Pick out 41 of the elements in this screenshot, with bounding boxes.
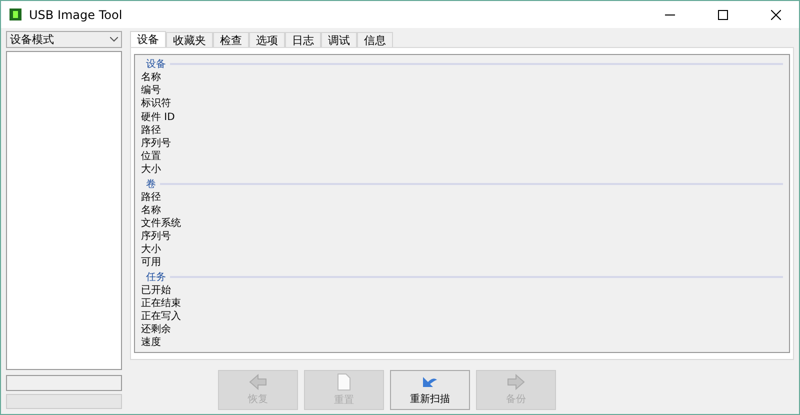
field-label: 路径	[141, 190, 162, 204]
mode-dropdown[interactable]: 设备模式	[6, 31, 122, 48]
input-field[interactable]	[6, 375, 122, 391]
field-label: 还剩余	[141, 323, 172, 336]
right-arrow-icon	[507, 374, 525, 390]
field-label: 序列号	[141, 230, 172, 244]
document-icon	[337, 372, 351, 391]
field-label: 正在写入	[141, 310, 182, 324]
chevron-down-icon	[110, 37, 118, 42]
tab[interactable]: 日志	[285, 32, 321, 47]
field-label: 位置	[141, 150, 162, 164]
app-icon	[9, 8, 22, 21]
field-label: 标识符	[141, 97, 172, 111]
field-label: 编号	[141, 84, 162, 98]
close-icon	[771, 10, 781, 20]
field-label: 文件系统	[141, 216, 182, 230]
field-label: 名称	[141, 71, 162, 84]
maximize-icon	[718, 10, 728, 20]
tab[interactable]: 选项	[249, 32, 285, 47]
field-label: 序列号	[141, 136, 172, 150]
device-list[interactable]	[6, 51, 122, 370]
left-arrow-icon	[249, 374, 267, 390]
field-label: 名称	[141, 204, 162, 217]
tab[interactable]: 调试	[321, 32, 357, 47]
section-title: 设备	[146, 58, 166, 71]
window-title: USB Image Tool	[29, 8, 124, 22]
tab[interactable]: 信息	[357, 32, 393, 47]
field-label: 大小	[141, 163, 162, 176]
tab[interactable]: 检查	[213, 32, 249, 47]
field-label: 路径	[141, 124, 162, 137]
field-label: 已开始	[141, 284, 172, 297]
tab[interactable]: 收藏夹	[166, 32, 213, 47]
field-label: 可用	[141, 256, 162, 270]
section-title: 任务	[146, 270, 166, 284]
field-label: 正在结束	[141, 296, 182, 310]
tab[interactable]: 设备	[130, 31, 166, 47]
section-title: 卷	[146, 178, 156, 190]
toolbar-button[interactable]: 重新扫描	[390, 370, 470, 410]
field-label: 速度	[141, 336, 162, 350]
field-label: 硬件 ID	[141, 110, 176, 124]
field-label: 大小	[141, 243, 162, 256]
